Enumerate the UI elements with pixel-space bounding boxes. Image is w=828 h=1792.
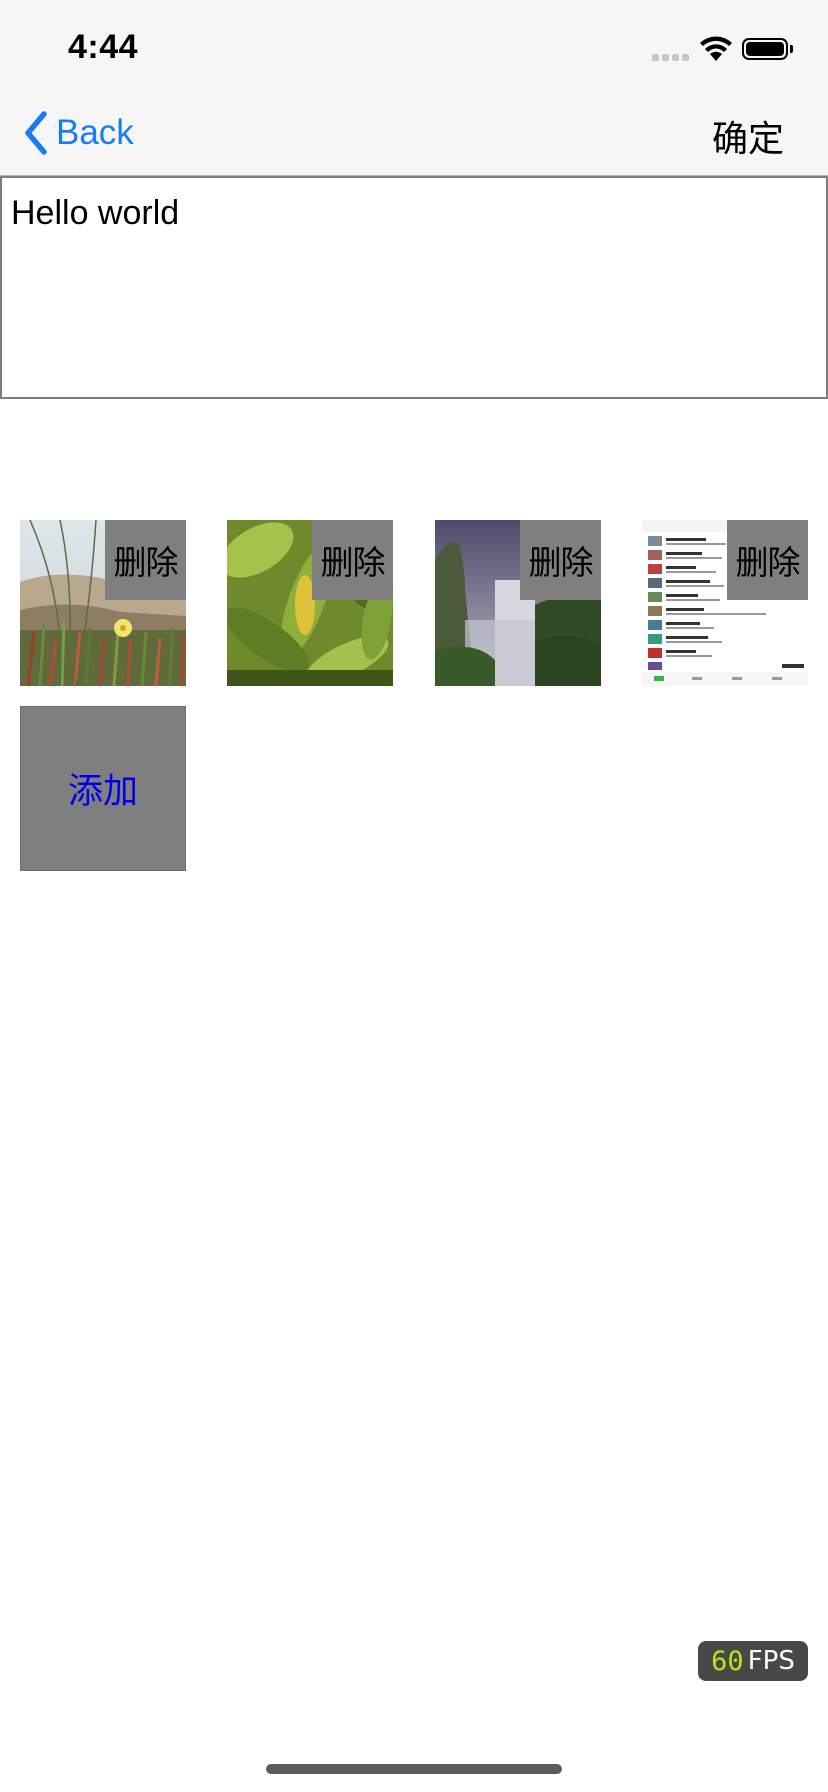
delete-button[interactable]: 删除 bbox=[727, 520, 808, 600]
photo-thumbnail-1[interactable]: 删除 bbox=[20, 520, 186, 686]
battery-cap bbox=[790, 45, 793, 53]
home-indicator[interactable] bbox=[266, 1764, 562, 1774]
delete-button[interactable]: 删除 bbox=[105, 520, 186, 600]
delete-button[interactable]: 删除 bbox=[312, 520, 393, 600]
status-bar: 4:44 bbox=[0, 0, 828, 100]
fps-badge: 60 FPS bbox=[698, 1641, 808, 1681]
fps-unit: FPS bbox=[747, 1646, 795, 1676]
fps-value: 60 bbox=[711, 1645, 744, 1677]
text-input-value: Hello world bbox=[11, 194, 180, 232]
screen: 4:44 Back 确定 Hello world 删除 删除 删除 删除 添加 … bbox=[0, 0, 828, 1792]
text-input-area[interactable]: Hello world bbox=[0, 176, 828, 399]
navigation-bar: Back 确定 bbox=[0, 100, 828, 176]
back-label: Back bbox=[56, 113, 134, 152]
photo-thumbnail-2[interactable]: 删除 bbox=[227, 520, 393, 686]
photo-thumbnail-4[interactable]: 删除 bbox=[642, 520, 808, 686]
back-button[interactable]: Back bbox=[22, 108, 134, 158]
status-time: 4:44 bbox=[68, 28, 139, 66]
battery-icon bbox=[742, 38, 788, 60]
confirm-button[interactable]: 确定 bbox=[712, 110, 784, 162]
cellular-signal-icon bbox=[652, 54, 692, 62]
photo-thumbnail-3[interactable]: 删除 bbox=[435, 520, 601, 686]
add-photo-button[interactable]: 添加 bbox=[20, 706, 186, 871]
chevron-left-icon bbox=[25, 111, 47, 155]
wifi-icon bbox=[700, 36, 732, 61]
delete-button[interactable]: 删除 bbox=[520, 520, 601, 600]
